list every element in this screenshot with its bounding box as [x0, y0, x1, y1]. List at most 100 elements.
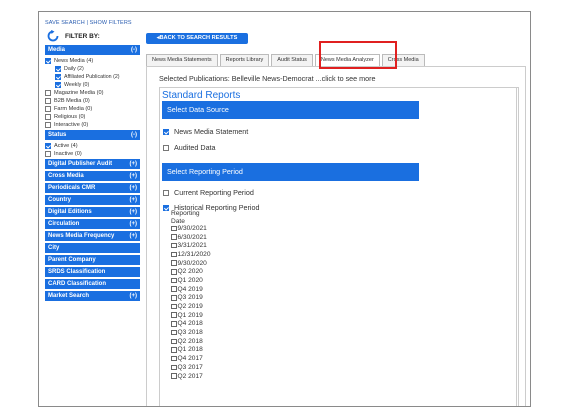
date-checkbox[interactable] — [171, 225, 177, 232]
date-checkbox[interactable] — [171, 295, 177, 301]
reporting-date-option[interactable]: Q3 2017 — [171, 363, 211, 372]
checkbox[interactable] — [45, 98, 51, 104]
filter-section-card-classification[interactable]: CARD Classification — [45, 279, 140, 289]
filter-section-periodicals-cmr[interactable]: Periodicals CMR (+) — [45, 183, 140, 193]
back-to-search-results-button[interactable]: ◂BACK TO SEARCH RESULTS — [146, 33, 248, 44]
checkbox-news-media-statement[interactable] — [163, 128, 169, 135]
filter-option-interactive[interactable]: Interactive (0) — [45, 121, 140, 129]
date-checkbox[interactable] — [171, 234, 177, 240]
filter-option-label: Interactive — [54, 122, 80, 128]
reporting-period-option[interactable]: Current Reporting Period — [163, 188, 254, 197]
reporting-date-option[interactable]: 12/31/2020 — [171, 250, 211, 259]
reporting-date-option[interactable]: Q2 2019 — [171, 302, 211, 311]
section-toggle[interactable]: (+) — [130, 207, 138, 217]
date-checkbox[interactable] — [171, 373, 177, 379]
filter-option-active[interactable]: Active (4) — [45, 142, 140, 150]
checkbox[interactable] — [45, 90, 51, 96]
reporting-date-option[interactable]: Q2 2020 — [171, 267, 211, 276]
reporting-date-option[interactable]: 6/30/2021 — [171, 233, 211, 242]
filter-section-circulation[interactable]: Circulation (+) — [45, 219, 140, 229]
section-toggle[interactable]: (-) — [131, 45, 137, 55]
reporting-date-option[interactable]: Q1 2019 — [171, 311, 211, 320]
filter-section-country[interactable]: Country (+) — [45, 195, 140, 205]
reporting-date-option[interactable]: Q4 2017 — [171, 354, 211, 363]
checkbox-current-reporting-period[interactable] — [163, 189, 169, 196]
date-checkbox[interactable] — [171, 321, 177, 327]
checkbox-audited-data[interactable] — [163, 144, 169, 151]
date-checkbox[interactable] — [171, 260, 177, 266]
reporting-date-option[interactable]: Q4 2019 — [171, 285, 211, 294]
date-checkbox[interactable] — [171, 303, 177, 310]
date-checkbox[interactable] — [171, 277, 177, 284]
filter-section-status[interactable]: Status (-) — [45, 130, 140, 140]
reporting-date-option[interactable]: Q3 2018 — [171, 328, 211, 337]
section-toggle[interactable]: (-) — [131, 130, 137, 140]
filter-section-media[interactable]: Media (-) — [45, 45, 140, 55]
filter-option-news-media[interactable]: News Media (4) — [45, 57, 140, 65]
filter-section-label: Digital Editions — [48, 209, 92, 215]
reporting-date-option[interactable]: Q2 2017 — [171, 372, 211, 381]
filter-section-srds-classification[interactable]: SRDS Classification — [45, 267, 140, 277]
filter-option-inactive[interactable]: Inactive (0) — [45, 150, 140, 158]
date-checkbox[interactable] — [171, 364, 177, 371]
see-more-link[interactable]: ...click to see more — [316, 74, 376, 83]
filter-option-magazine-media[interactable]: Magazine Media (0) — [45, 89, 140, 97]
filter-option-b2b-media[interactable]: B2B Media (0) — [45, 97, 140, 105]
checkbox[interactable] — [45, 143, 51, 149]
reporting-date-option[interactable]: Q4 2018 — [171, 320, 211, 329]
reporting-date-option[interactable]: 9/30/2020 — [171, 259, 211, 268]
section-toggle[interactable]: (+) — [130, 219, 138, 229]
date-checkbox[interactable] — [171, 312, 177, 318]
show-filters-link[interactable]: SHOW FILTERS — [90, 20, 132, 26]
filter-option-farm-media[interactable]: Farm Media (0) — [45, 105, 140, 113]
reporting-date-option[interactable]: 3/31/2021 — [171, 241, 211, 250]
section-toggle[interactable]: (+) — [130, 291, 138, 301]
filter-section-city[interactable]: City — [45, 243, 140, 253]
checkbox-historical-reporting-period[interactable] — [163, 204, 169, 211]
filter-section-digital-editions[interactable]: Digital Editions (+) — [45, 207, 140, 217]
date-checkbox[interactable] — [171, 338, 177, 345]
reporting-date-option[interactable]: Q1 2020 — [171, 276, 211, 285]
date-checkbox[interactable] — [171, 269, 177, 275]
date-checkbox[interactable] — [171, 242, 177, 249]
filter-section-parent-company[interactable]: Parent Company — [45, 255, 140, 265]
date-checkbox[interactable] — [171, 251, 177, 258]
filter-option-label: B2B Media — [54, 98, 82, 104]
checkbox[interactable] — [45, 114, 51, 120]
filter-option-religious[interactable]: Religious (0) — [45, 113, 140, 121]
reporting-date-option[interactable]: Q1 2018 — [171, 346, 211, 355]
filter-section-market-search[interactable]: Market Search (+) — [45, 291, 140, 301]
reporting-date-option[interactable]: Q3 2019 — [171, 294, 211, 303]
refresh-icon[interactable] — [47, 30, 59, 42]
filter-section-news-media-frequency[interactable]: News Media Frequency (+) — [45, 231, 140, 241]
filter-section-digital-publisher-audit[interactable]: Digital Publisher Audit (+) — [45, 159, 140, 169]
filter-option-affiliated-publication[interactable]: Affiliated Publication (2) — [45, 73, 140, 81]
data-source-option[interactable]: News Media Statement — [163, 127, 248, 136]
tab-audit-status[interactable]: Audit Status — [271, 54, 313, 66]
date-checkbox[interactable] — [171, 355, 177, 362]
checkbox[interactable] — [55, 66, 61, 72]
checkbox[interactable] — [55, 74, 61, 80]
reporting-date-option[interactable]: 9/30/2021 — [171, 224, 211, 233]
date-checkbox[interactable] — [171, 286, 177, 292]
section-toggle[interactable]: (+) — [130, 195, 138, 205]
data-source-option[interactable]: Audited Data — [163, 143, 216, 152]
filter-section-cross-media[interactable]: Cross Media (+) — [45, 171, 140, 181]
checkbox[interactable] — [45, 106, 51, 112]
checkbox[interactable] — [45, 151, 51, 157]
filter-option-daily[interactable]: Daily (2) — [45, 65, 140, 73]
section-toggle[interactable]: (+) — [130, 159, 138, 169]
checkbox[interactable] — [45, 58, 51, 64]
filter-option-weekly[interactable]: Weekly (0) — [45, 81, 140, 89]
reporting-date-option[interactable]: Q2 2018 — [171, 337, 211, 346]
section-toggle[interactable]: (+) — [130, 231, 138, 241]
checkbox[interactable] — [55, 82, 61, 88]
section-toggle[interactable]: (+) — [130, 171, 138, 181]
checkbox[interactable] — [45, 122, 51, 128]
date-checkbox[interactable] — [171, 329, 177, 336]
tab-reports-library[interactable]: Reports Library — [219, 54, 270, 66]
save-search-link[interactable]: SAVE SEARCH — [45, 20, 85, 26]
section-toggle[interactable]: (+) — [130, 183, 138, 193]
date-checkbox[interactable] — [171, 347, 177, 353]
tab-news-media-statements[interactable]: News Media Statements — [146, 54, 218, 66]
